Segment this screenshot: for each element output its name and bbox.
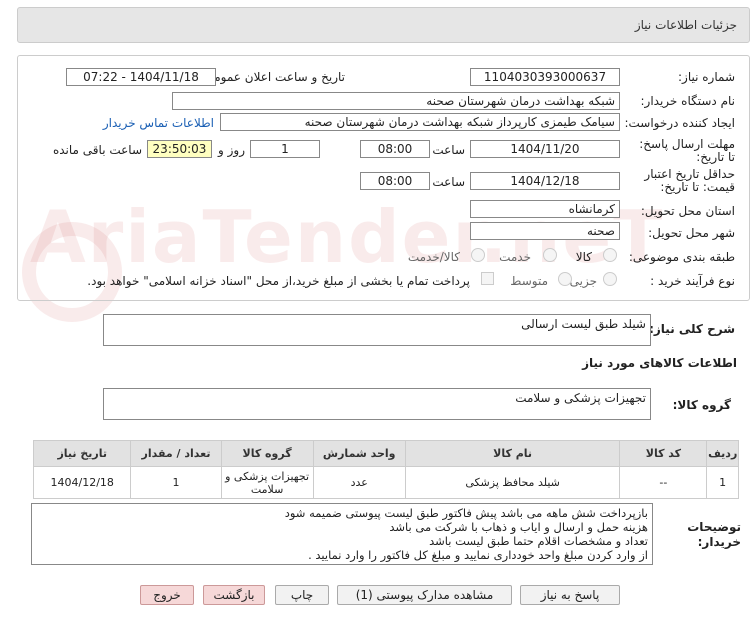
cell-goods-group: تجهیزات پزشکی و سلامت [220, 466, 314, 499]
announce-field: 1404/11/18 - 07:22 [66, 68, 216, 86]
category-option-service: خدمت [499, 250, 531, 264]
view-attachments-button[interactable]: مشاهده مدارک پیوستی (1) [337, 585, 512, 605]
treasury-checkbox[interactable] [481, 272, 494, 285]
purchase-type-label: نوع فرآیند خرید : [650, 274, 735, 288]
col-need-date: تاریخ نیاز [32, 440, 132, 467]
validity-date-field: 1404/12/18 [470, 172, 620, 190]
remaining-label: ساعت باقی مانده [52, 143, 142, 157]
remaining-time-field: 23:50:03 [147, 140, 212, 158]
province-label: استان محل تحویل: [640, 204, 735, 218]
requester-label: ایجاد کننده درخواست: [624, 116, 735, 130]
col-goods-group: گروه کالا [220, 440, 314, 467]
exit-button[interactable]: خروج [140, 585, 194, 605]
cell-quantity: 1 [130, 466, 222, 499]
cell-unit: عدد [312, 466, 406, 499]
days-field: 1 [250, 140, 320, 158]
col-item-code: کد کالا [619, 440, 708, 467]
page-title: جزئیات اطلاعات نیاز [634, 18, 737, 32]
page-header: جزئیات اطلاعات نیاز [17, 7, 750, 43]
category-option-goods-service: کالا/خدمت [407, 250, 460, 264]
goods-section-title: اطلاعات کالاهای مورد نیاز [582, 356, 737, 370]
col-quantity: تعداد / مقدار [130, 440, 222, 467]
col-row-number: ردیف [706, 440, 739, 467]
cell-need-date: 1404/12/18 [32, 466, 132, 499]
deadline-time-field: 08:00 [360, 140, 430, 158]
need-number-field: 1104030393000637 [470, 68, 620, 86]
category-radio-goods-service[interactable] [471, 248, 485, 262]
need-number-label: شماره نیاز: [678, 70, 735, 84]
table-row: 1 -- شیلد محافظ پزشکی عدد تجهیزات پزشکی … [32, 466, 739, 499]
reply-button[interactable]: پاسخ به نیاز [520, 585, 620, 605]
deadline-time-label: ساعت [432, 143, 465, 157]
buyer-note-line: تعداد و مشخصات اقلام حتما طبق لیست باشد [429, 534, 648, 548]
buyer-note-line: هزینه حمل و ارسال و ایاب و ذهاب با شرکت … [389, 520, 648, 534]
city-field: صحنه [470, 222, 620, 240]
province-field: کرمانشاه [470, 200, 620, 218]
requester-field: سیامک طیمزی کارپرداز شبکه بهداشت درمان ش… [220, 113, 620, 131]
validity-label: حداقل تاریخ اعتبار قیمت: تا تاریخ: [644, 167, 735, 194]
cell-item-code: -- [619, 466, 708, 499]
category-label: طبقه بندی موضوعی: [628, 250, 735, 264]
category-radio-service[interactable] [543, 248, 557, 262]
announce-label: تاریخ و ساعت اعلان عمومی: [200, 70, 345, 84]
goods-group-field: تجهیزات پزشکی و سلامت [103, 388, 651, 420]
purchase-option-minor: جزیی [569, 274, 597, 288]
print-button[interactable]: چاپ [275, 585, 329, 605]
buyer-note-line: از وارد کردن مبلغ واحد خودداری نمایید و … [308, 548, 648, 562]
col-unit: واحد شمارش [312, 440, 406, 467]
days-label: روز و [218, 143, 245, 157]
items-table: ردیف کد کالا نام کالا واحد شمارش گروه کا… [32, 440, 739, 499]
buyer-notes-field: بازپرداخت شش ماهه می باشد پیش فاکتور طبق… [31, 503, 653, 565]
validity-time-field: 08:00 [360, 172, 430, 190]
cell-row-number: 1 [706, 466, 739, 499]
purchase-option-medium: متوسط [510, 274, 548, 288]
deadline-label: مهلت ارسال پاسخ: تا تاریخ: [639, 137, 735, 164]
contact-buyer-link[interactable]: اطلاعات تماس خریدار [103, 116, 214, 130]
col-item-name: نام کالا [404, 440, 621, 467]
back-button[interactable]: بازگشت [203, 585, 265, 605]
description-label: شرح کلی نیاز: [649, 322, 735, 336]
deadline-date-field: 1404/11/20 [470, 140, 620, 158]
category-radio-goods[interactable] [603, 248, 617, 262]
category-option-goods: کالا [575, 250, 592, 264]
buyer-notes-label: توضیحات خریدار: [687, 520, 741, 549]
purchase-radio-medium[interactable] [558, 272, 572, 286]
table-header-row: ردیف کد کالا نام کالا واحد شمارش گروه کا… [32, 440, 739, 467]
buyer-field: شبکه بهداشت درمان شهرستان صحنه [172, 92, 620, 110]
payment-note: پرداخت تمام یا بخشی از مبلغ خرید،از محل … [87, 274, 470, 288]
buyer-label: نام دستگاه خریدار: [640, 94, 736, 108]
description-field: شیلد طبق لیست ارسالی [103, 314, 651, 346]
goods-group-label: گروه کالا: [672, 398, 731, 412]
cell-item-name: شیلد محافظ پزشکی [404, 466, 621, 499]
validity-time-label: ساعت [432, 175, 465, 189]
city-label: شهر محل تحویل: [648, 226, 735, 240]
purchase-radio-minor[interactable] [603, 272, 617, 286]
buyer-note-line: بازپرداخت شش ماهه می باشد پیش فاکتور طبق… [284, 506, 648, 520]
